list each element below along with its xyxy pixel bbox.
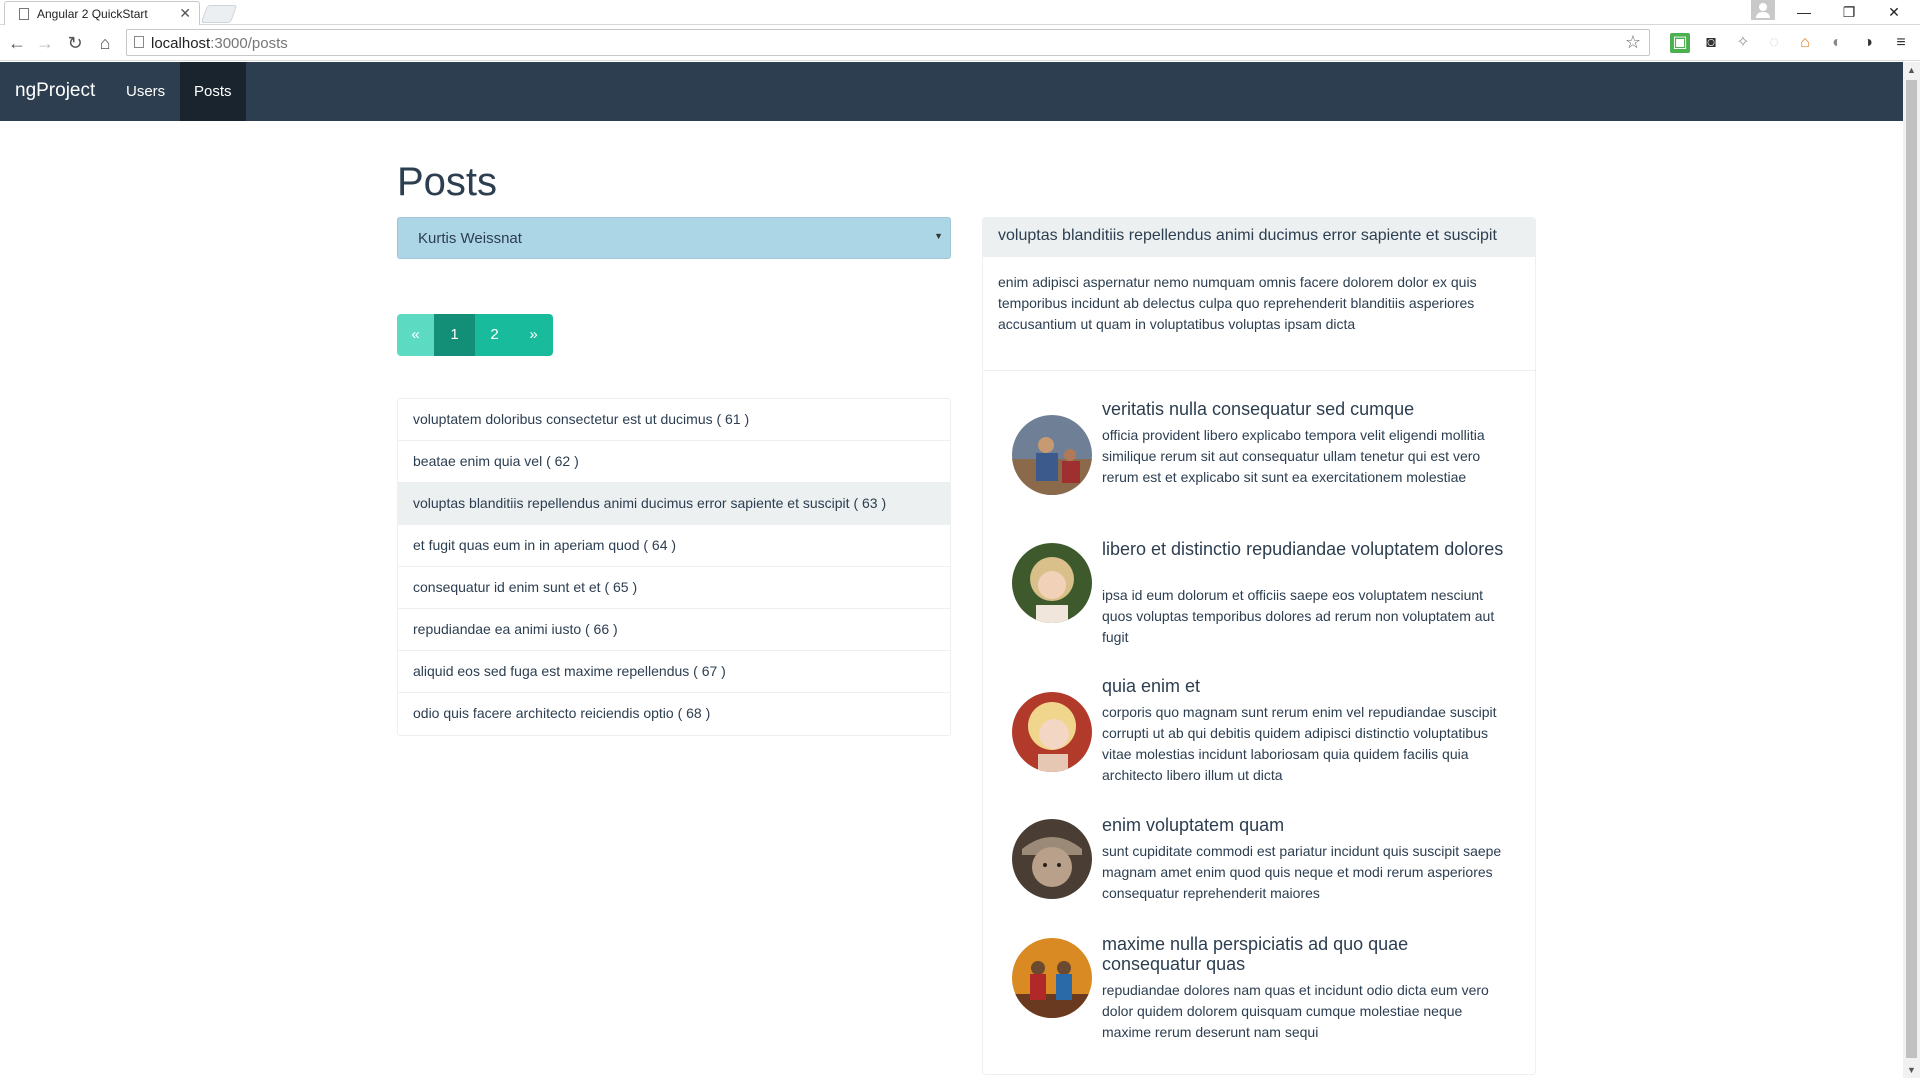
app-navbar: ngProject Users Posts xyxy=(0,62,1903,121)
comment-body: repudiandae dolores nam quas et incidunt… xyxy=(1102,982,1489,1040)
comment-title: veritatis nulla consequatur sed cumque xyxy=(1102,399,1415,419)
user-select[interactable]: Kurtis Weissnat ▼ xyxy=(397,217,951,259)
browser-tab[interactable]: Angular 2 QuickStart ✕ xyxy=(4,1,200,26)
pagination-page[interactable]: 2 xyxy=(475,314,514,356)
restore-icon[interactable]: ❐ xyxy=(1829,0,1869,24)
bookmark-star-icon[interactable]: ☆ xyxy=(1625,32,1641,53)
extension-icon[interactable]: ◑ xyxy=(1858,33,1878,53)
scrollbar-thumb[interactable] xyxy=(1906,80,1917,1058)
nav-link-users[interactable]: Users xyxy=(112,62,179,121)
browser-tab-bar: Angular 2 QuickStart ✕ — ❐ ✕ xyxy=(0,0,1920,26)
page-icon xyxy=(19,8,29,20)
comment-title: maxime nulla perspiciatis ad quo quae co… xyxy=(1102,934,1409,974)
url-text: localhost:3000/posts xyxy=(151,35,288,52)
menu-icon[interactable]: ≡ xyxy=(1891,33,1911,53)
browser-tab-title: Angular 2 QuickStart xyxy=(37,7,148,21)
commenter-avatar xyxy=(1012,819,1092,899)
caret-down-icon: ▼ xyxy=(934,231,943,241)
page-title: Posts xyxy=(397,160,498,204)
comment-body: officia provident libero explicabo tempo… xyxy=(1102,427,1485,485)
pagination-page[interactable]: 1 xyxy=(434,314,475,356)
brand-logo[interactable]: ngProject xyxy=(15,80,95,102)
back-icon[interactable]: ← xyxy=(4,30,30,56)
page-scrollbar[interactable]: ▲ ▼ xyxy=(1903,62,1920,1078)
user-select-value: Kurtis Weissnat xyxy=(418,230,522,247)
pagination: « 1 2 » xyxy=(397,314,553,356)
reload-icon[interactable]: ↻ xyxy=(62,30,88,56)
page-icon xyxy=(134,36,144,48)
browser-toolbar: ← → ↻ ⌂ localhost:3000/posts ☆ xyxy=(0,25,1920,61)
forward-icon[interactable]: → xyxy=(32,30,58,56)
commenter-avatar xyxy=(1012,938,1092,1018)
comment-body: sunt cupiditate commodi est pariatur inc… xyxy=(1102,843,1502,901)
post-list-item[interactable]: beatae enim quia vel ( 62 ) xyxy=(398,441,950,483)
pocket-icon[interactable]: ◙ xyxy=(1701,33,1721,53)
home-icon[interactable]: ⌂ xyxy=(92,30,118,56)
minimize-icon[interactable]: — xyxy=(1784,0,1824,24)
commenter-avatar xyxy=(1012,543,1092,623)
comment-body: corporis quo magnam sunt rerum enim vel … xyxy=(1102,704,1497,783)
close-tab-icon[interactable]: ✕ xyxy=(179,5,191,22)
comment-title: libero et distinctio repudiandae volupta… xyxy=(1102,539,1504,559)
scroll-up-icon[interactable]: ▲ xyxy=(1903,62,1920,78)
extension-icon[interactable]: ◐ xyxy=(1827,33,1847,53)
post-list-item[interactable]: et fugit quas eum in in aperiam quod ( 6… xyxy=(398,525,950,567)
comment-title: enim voluptatem quam xyxy=(1102,815,1285,835)
close-window-icon[interactable]: ✕ xyxy=(1874,0,1914,24)
comment-title: quia enim et xyxy=(1102,676,1201,696)
commenter-avatar xyxy=(1012,692,1092,772)
profile-icon[interactable] xyxy=(1751,0,1775,20)
pagination-prev[interactable]: « xyxy=(397,314,434,356)
extension-icon[interactable]: ⌂ xyxy=(1795,33,1815,53)
address-bar[interactable]: localhost:3000/posts ☆ xyxy=(126,29,1650,56)
extension-icon[interactable]: ▣ xyxy=(1670,33,1690,53)
post-list-item[interactable]: consequatur id enim sunt et et ( 65 ) xyxy=(398,567,950,609)
commenter-avatar xyxy=(1012,415,1092,495)
post-detail-body: enim adipisci aspernatur nemo numquam om… xyxy=(998,274,1477,332)
divider xyxy=(983,370,1535,371)
post-list: voluptatem doloribus consectetur est ut … xyxy=(397,398,951,736)
post-list-item[interactable]: voluptatem doloribus consectetur est ut … xyxy=(398,399,950,441)
extension-icon[interactable]: ◌ xyxy=(1764,33,1784,53)
post-list-item[interactable]: repudiandae ea animi iusto ( 66 ) xyxy=(398,609,950,651)
new-tab-button[interactable] xyxy=(200,5,238,23)
post-list-item-selected[interactable]: voluptas blanditiis repellendus animi du… xyxy=(398,483,950,525)
post-list-item[interactable]: aliquid eos sed fuga est maxime repellen… xyxy=(398,651,950,693)
post-list-item[interactable]: odio quis facere architecto reiciendis o… xyxy=(398,693,950,735)
comment-body: ipsa id eum dolorum et officiis saepe eo… xyxy=(1102,587,1495,645)
pagination-next[interactable]: » xyxy=(514,314,553,356)
extension-icon[interactable]: ✧ xyxy=(1733,33,1753,53)
scroll-down-icon[interactable]: ▼ xyxy=(1903,1062,1920,1078)
nav-link-posts[interactable]: Posts xyxy=(180,62,246,121)
post-detail-title: voluptas blanditiis repellendus animi du… xyxy=(983,218,1535,257)
